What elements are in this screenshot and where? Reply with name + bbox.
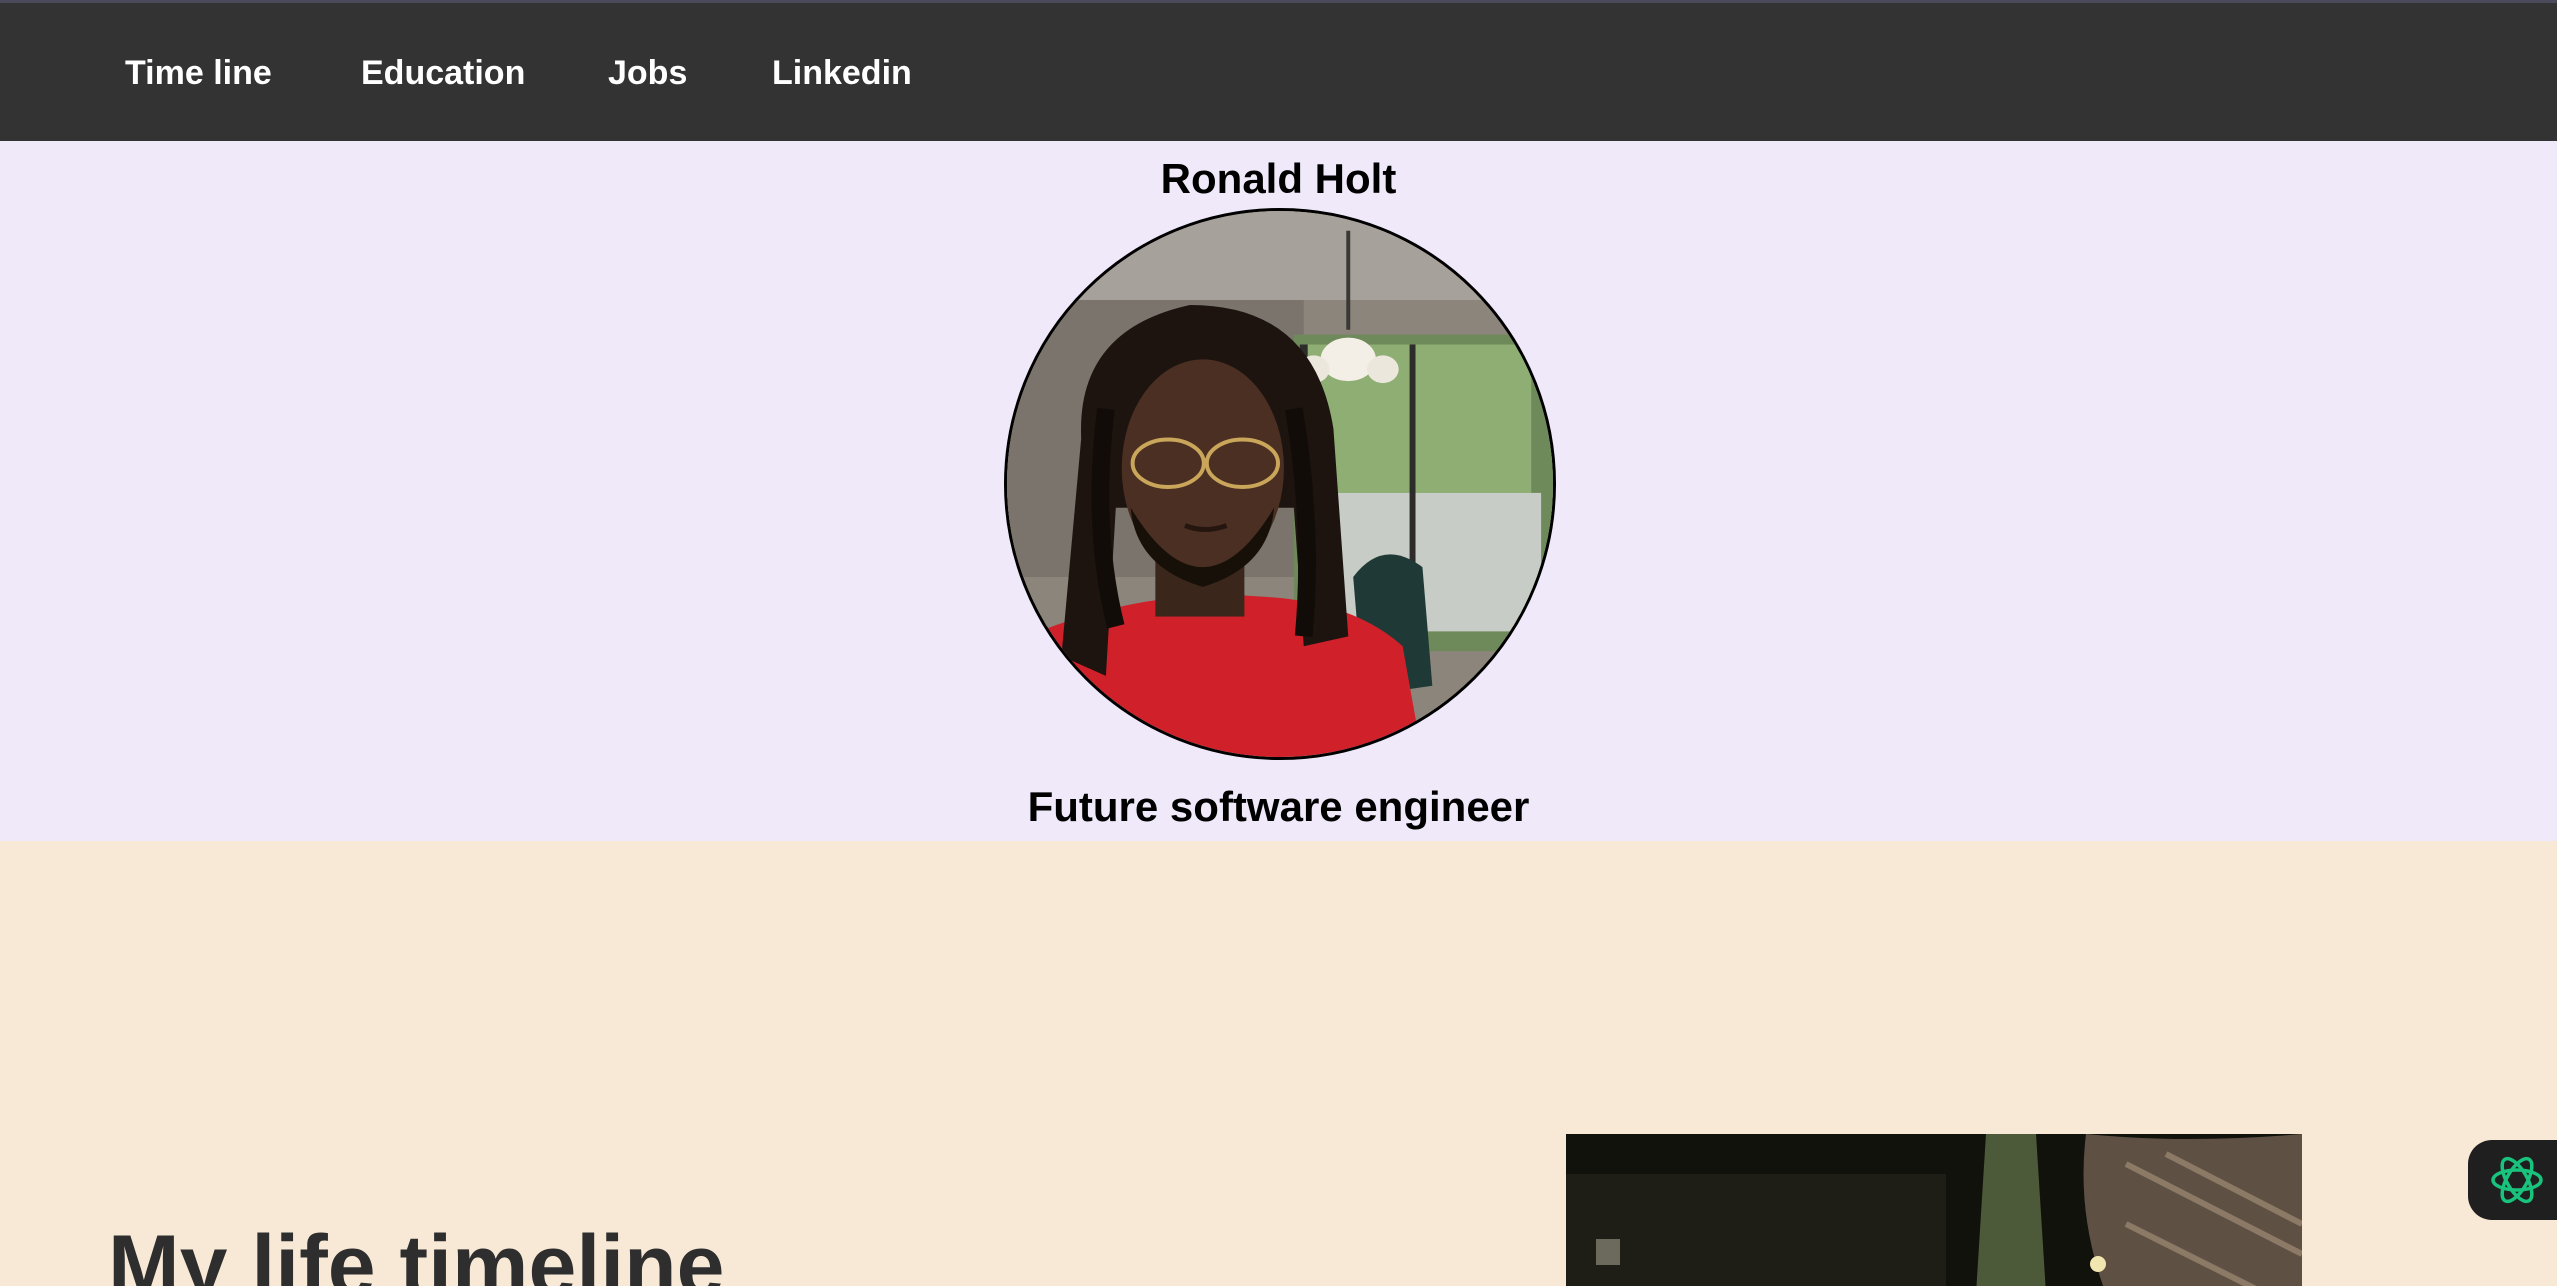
hero-section: Ronald Holt Future software engineer <box>0 141 2557 841</box>
profile-name: Ronald Holt <box>1160 155 1397 202</box>
profile-photo <box>1004 208 1556 760</box>
assistant-button[interactable] <box>2468 1140 2557 1220</box>
nav-link-timeline[interactable]: Time line <box>125 49 272 97</box>
timeline-heading: My life timeline <box>108 1218 725 1286</box>
timeline-photo <box>1566 1134 2302 1286</box>
timeline-section: My life timeline <box>0 841 2557 1286</box>
profile-tagline: Future software engineer <box>1027 783 1530 830</box>
top-navigation-bar: Time line Education Jobs Linkedin <box>0 0 2557 141</box>
profile-photo-illustration <box>1007 211 1553 757</box>
nav-link-education[interactable]: Education <box>361 49 525 97</box>
nav-link-jobs[interactable]: Jobs <box>608 49 687 97</box>
nav-link-linkedin[interactable]: Linkedin <box>772 49 912 97</box>
timeline-photo-illustration <box>1566 1134 2302 1286</box>
openai-knot-icon <box>2491 1156 2543 1204</box>
